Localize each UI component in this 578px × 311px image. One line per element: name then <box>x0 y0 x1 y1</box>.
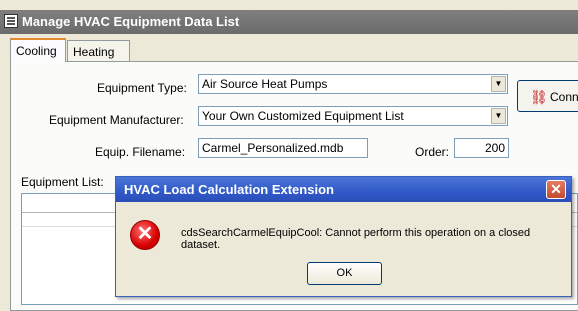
connect-icon: ⛓ <box>530 89 548 105</box>
chevron-down-icon[interactable]: ▼ <box>491 76 506 92</box>
tab-cooling[interactable]: Cooling <box>10 38 66 62</box>
window-title: Manage HVAC Equipment Data List <box>22 14 240 29</box>
dialog-message: cdsSearchCarmelEquipCool: Cannot perform… <box>181 227 531 251</box>
chevron-down-icon[interactable]: ▼ <box>491 108 506 124</box>
equipment-type-value: Air Source Heat Pumps <box>202 77 328 91</box>
ok-button[interactable]: OK <box>307 262 382 285</box>
manufacturer-select[interactable]: Your Own Customized Equipment List ▼ <box>198 106 508 126</box>
tab-heating[interactable]: Heating <box>67 40 130 62</box>
connect-button-label: Conn <box>550 90 578 104</box>
equipment-type-label: Equipment Type: <box>97 81 187 95</box>
close-icon[interactable]: ✕ <box>546 180 566 199</box>
equipment-list-label: Equipment List: <box>21 175 104 189</box>
app-icon <box>4 14 18 28</box>
error-icon: ✕ <box>130 220 160 250</box>
order-label: Order: <box>415 145 450 159</box>
equipment-type-select[interactable]: Air Source Heat Pumps ▼ <box>198 74 508 94</box>
connect-button[interactable]: ⛓ Conn <box>517 80 578 112</box>
dialog-title: HVAC Load Calculation Extension <box>124 182 334 197</box>
order-field[interactable]: 200 <box>454 138 509 158</box>
manufacturer-value: Your Own Customized Equipment List <box>202 109 404 123</box>
filename-field[interactable]: Carmel_Personalized.mdb <box>198 138 368 158</box>
main-titlebar: Manage HVAC Equipment Data List <box>0 10 578 34</box>
filename-label: Equip. Filename: <box>95 145 186 159</box>
filename-value: Carmel_Personalized.mdb <box>202 141 344 155</box>
error-dialog: HVAC Load Calculation Extension ✕ ✕ cdsS… <box>115 176 572 297</box>
manufacturer-label: Equipment Manufacturer: <box>49 113 184 127</box>
order-value: 200 <box>484 141 505 155</box>
dialog-titlebar: HVAC Load Calculation Extension ✕ <box>116 177 571 202</box>
